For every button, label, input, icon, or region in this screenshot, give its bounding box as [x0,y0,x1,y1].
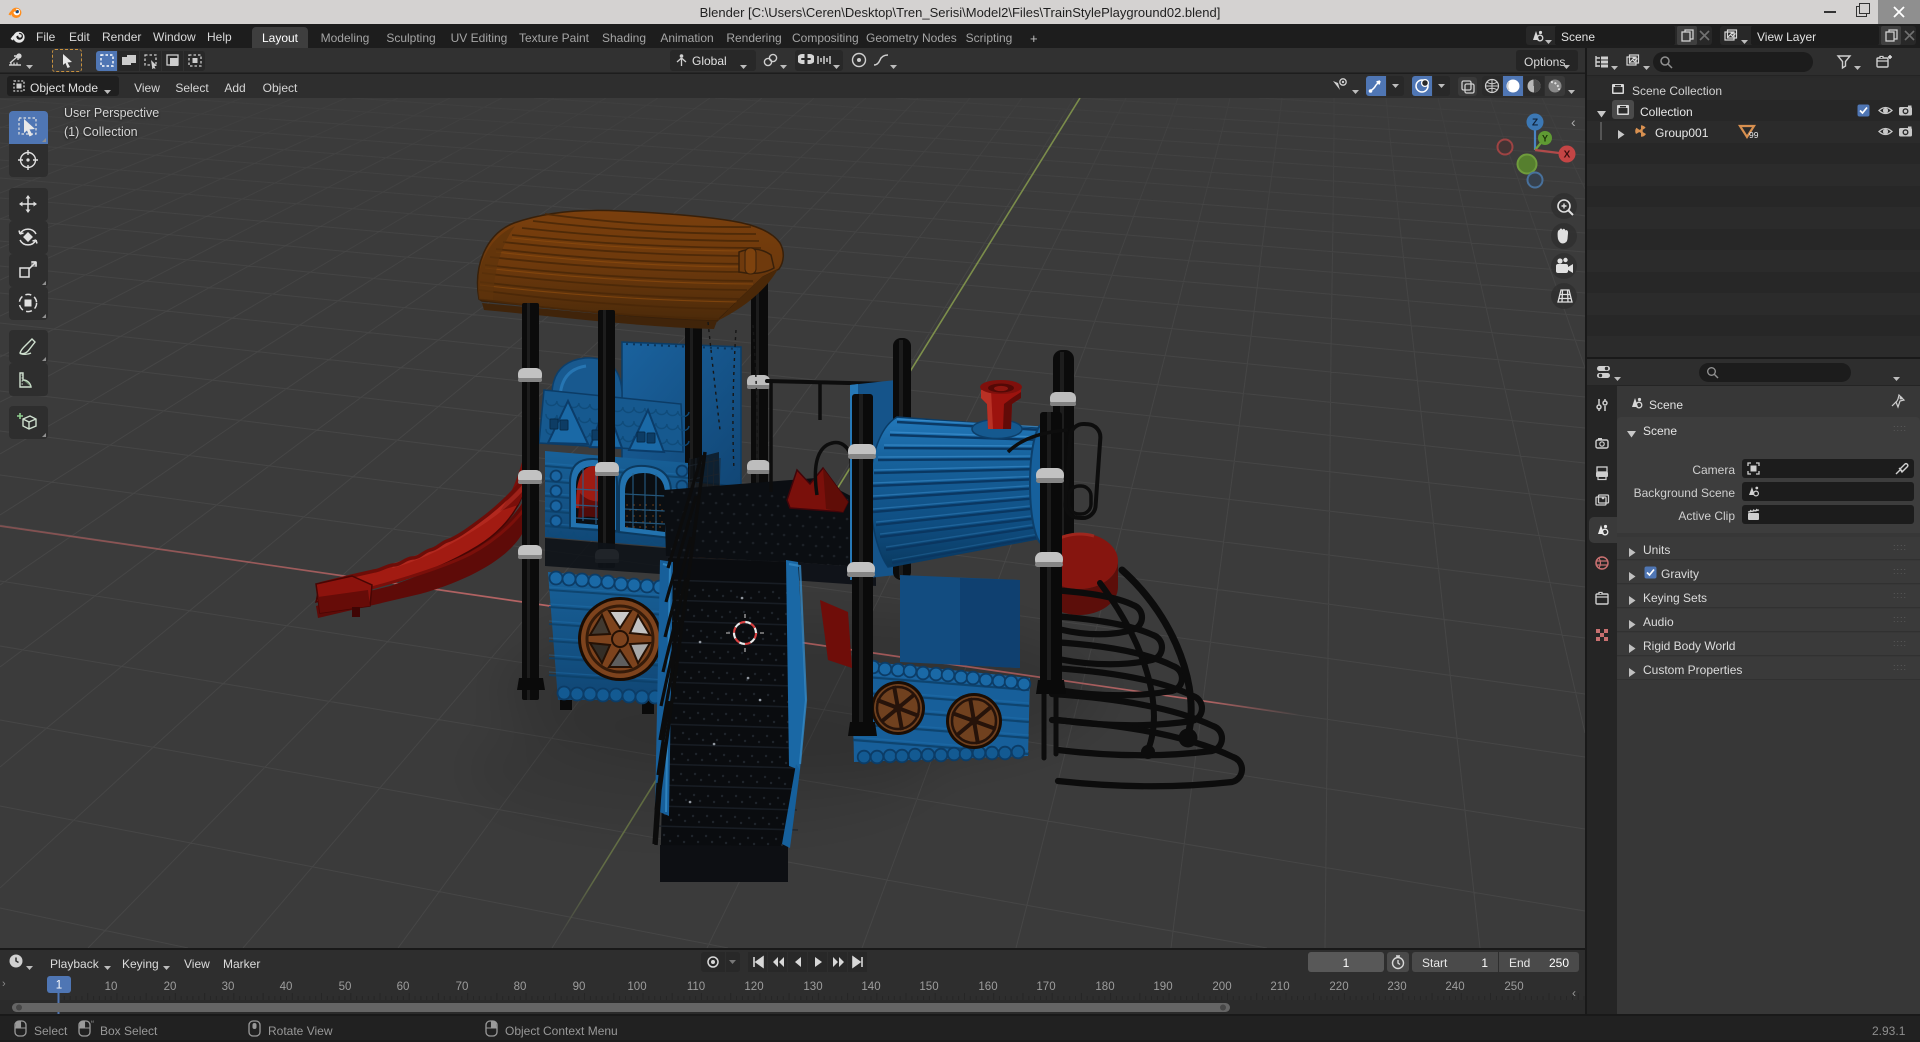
svg-text:110: 110 [687,981,705,993]
svg-text:50: 50 [339,981,352,993]
svg-text:230: 230 [1387,981,1406,993]
svg-text:180: 180 [1095,981,1114,993]
svg-text:190: 190 [1153,981,1172,993]
svg-text:Z: Z [1532,118,1538,129]
svg-text:210: 210 [1270,981,1289,993]
svg-text:70: 70 [456,981,469,993]
svg-text:30: 30 [222,981,235,993]
svg-text:240: 240 [1445,981,1464,993]
svg-text:10: 10 [105,981,118,993]
svg-text:130: 130 [803,981,822,993]
svg-text:120: 120 [744,981,763,993]
svg-text:220: 220 [1329,981,1348,993]
svg-text:80: 80 [514,981,527,993]
svg-text:150: 150 [919,981,938,993]
svg-text:Y: Y [1542,134,1548,144]
svg-text:160: 160 [978,981,997,993]
svg-text:140: 140 [861,981,880,993]
svg-text:X: X [1564,150,1571,161]
svg-text:20: 20 [164,981,177,993]
svg-text:1: 1 [56,980,62,992]
svg-text:99: 99 [1749,130,1759,140]
svg-text:100: 100 [627,981,646,993]
svg-text:250: 250 [1504,981,1523,993]
svg-text:90: 90 [573,981,586,993]
svg-text:60: 60 [397,981,410,993]
svg-text:170: 170 [1036,981,1055,993]
svg-text:200: 200 [1212,981,1231,993]
svg-text:40: 40 [280,981,293,993]
